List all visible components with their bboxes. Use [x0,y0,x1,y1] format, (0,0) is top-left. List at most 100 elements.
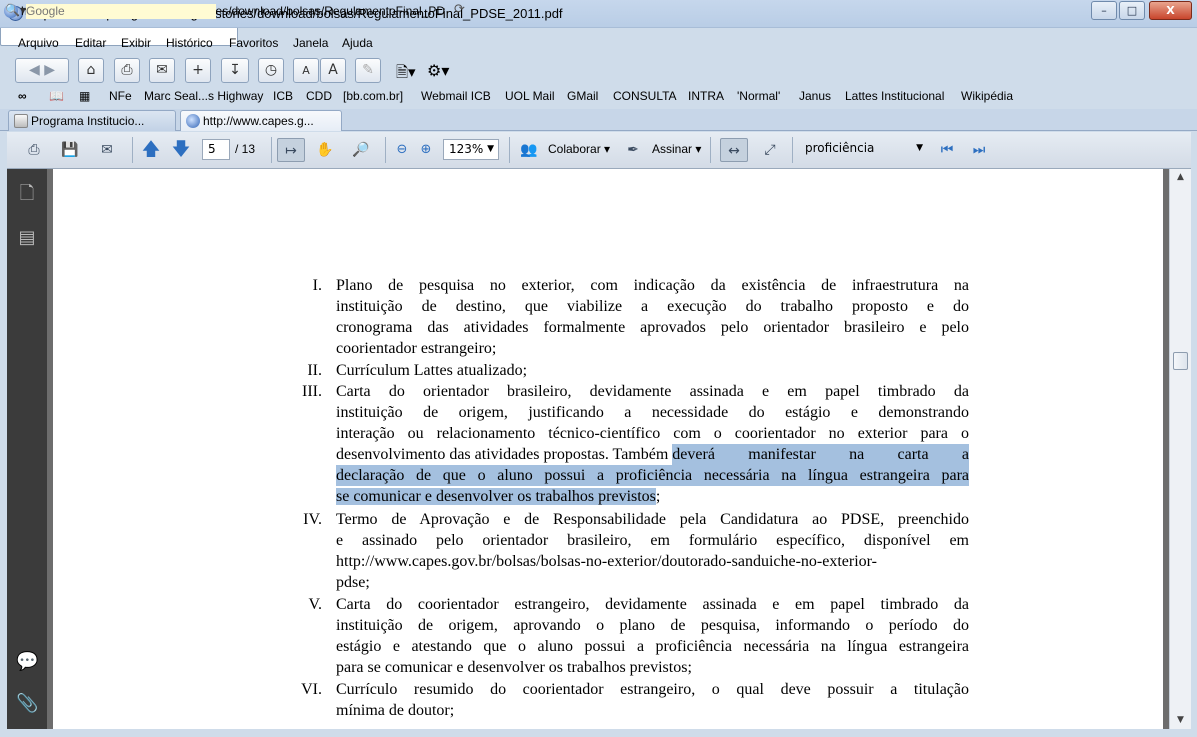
tab-programa-institucional[interactable]: Programa Institucio... [8,110,176,131]
attachments-binocular-icon[interactable]: ▤ [16,227,38,249]
item-line: Termo de Aprovação e de Responsabilidade… [336,511,969,528]
tab-label: http://www.capes.g... [203,114,314,128]
forward-arrow-icon[interactable]: ▶ [44,62,55,78]
home-icon: ⌂ [86,62,96,78]
bookmark-cdd[interactable]: CDD [306,89,332,103]
selected-text: se comunicar e desenvolver os trabalhos … [336,488,656,505]
item-number: I. [312,277,322,294]
item-line: Currículo resumido do coorientador estra… [336,681,969,698]
collaborate-button[interactable]: Colaborar ▾ [548,142,610,156]
collaborate-icon: 👥 [520,142,538,158]
bookmark-intra[interactable]: INTRA [688,89,724,103]
bookmark-icb[interactable]: ICB [273,89,293,103]
zoom-select[interactable]: 123% ▼ [443,139,499,160]
item-line: Plano de pesquisa no exterior, com indic… [336,277,969,294]
item-line: http://www.capes.gov.br/bolsas/bolsas-no… [336,553,878,570]
window-frame-bottom [0,729,1197,737]
tab-capes-pdf[interactable]: http://www.capes.g... [180,110,342,131]
sign-label: Assinar [652,142,693,156]
gear-icon[interactable]: ⚙▾ [427,61,449,80]
find-next-icon[interactable]: ⏭ [967,138,991,162]
search-input[interactable]: Google [26,4,216,19]
text-larger-button[interactable]: A [320,58,346,83]
bookmark-lattes[interactable]: Lattes Institucional [845,89,944,103]
edit-button[interactable]: ✎ [355,58,381,83]
scrollbar-thumb[interactable] [1173,352,1188,370]
previous-page-icon[interactable]: 🡅 [139,138,163,162]
add-button[interactable]: + [185,58,211,83]
comments-icon[interactable]: 💬 [16,651,38,673]
item-line: Carta do orientador brasileiro, devidame… [336,383,969,400]
fit-width-icon[interactable]: ↔ [720,138,748,162]
grid-icon[interactable]: ▦ [79,89,90,103]
minimize-button[interactable]: – [1091,1,1117,20]
maximize-button[interactable]: □ [1119,1,1145,20]
menu-ajuda[interactable]: Ajuda [342,36,373,50]
downloads-button[interactable]: ↧ [221,58,249,83]
bookmark-bb[interactable]: [bb.com.br] [343,89,403,103]
paperclip-icon[interactable]: 📎 [16,693,38,715]
vertical-scrollbar[interactable]: ▲ ▼ [1169,169,1191,729]
zoom-marquee-icon[interactable]: 🔎 [348,138,374,162]
back-forward-button[interactable]: ◀ ▶ [15,58,69,83]
find-previous-icon[interactable]: ⏮ [935,138,959,162]
clock-icon: ◷ [264,62,278,78]
pages-icon[interactable]: 🗋 [16,183,38,205]
menu-favoritos[interactable]: Favoritos [229,36,278,50]
bookmark-webmail-icb[interactable]: Webmail ICB [421,89,491,103]
bookmark-consulta[interactable]: CONSULTA [613,89,677,103]
item-line: mínima de doutor; [336,702,455,719]
scroll-up-icon[interactable]: ▲ [1170,169,1191,186]
search-icon[interactable]: 🔍▾ [5,3,26,17]
bookmark-normal[interactable]: 'Normal' [737,89,780,103]
print-button[interactable]: ⎙ [114,58,140,83]
plus-icon: + [192,62,204,78]
scroll-down-icon[interactable]: ▼ [1170,712,1191,729]
menu-historico[interactable]: Histórico [166,36,213,50]
document-viewport[interactable]: I. Plano de pesquisa no exterior, com in… [47,169,1169,729]
download-icon: ↧ [229,62,241,78]
email-button[interactable]: ✉ [149,58,175,83]
page-total-label: / 13 [235,142,256,156]
history-button[interactable]: ◷ [258,58,284,83]
sign-button[interactable]: Assinar ▾ [652,142,701,156]
next-page-icon[interactable]: 🡇 [169,138,193,162]
book-icon[interactable]: 📖 [49,89,64,103]
tab-bar: Programa Institucio... http://www.capes.… [0,109,1197,238]
email-document-icon[interactable]: ✉ [93,138,121,162]
text-segment: desenvolvimento das atividades propostas… [336,446,673,463]
menu-arquivo[interactable]: Arquivo [18,36,59,50]
zoom-out-icon[interactable]: ⊖ [393,138,411,162]
select-cursor-icon[interactable]: ↦ [277,138,305,162]
menu-exibir[interactable]: Exibir [121,36,151,50]
back-arrow-icon[interactable]: ◀ [29,62,40,78]
bookmark-wikipedia[interactable]: Wikipédia [961,89,1013,103]
save-icon[interactable]: 💾 [57,138,83,162]
text-smaller-button[interactable]: A [293,58,319,83]
chevron-down-icon: ▼ [916,143,923,153]
zoom-in-icon[interactable]: ⊕ [417,138,435,162]
home-button[interactable]: ⌂ [78,58,104,83]
hand-tool-icon[interactable]: ✋ [312,138,338,162]
find-input[interactable]: proficiência ▼ [800,139,927,160]
chevron-down-icon: ▼ [487,144,494,154]
glasses-icon[interactable]: ∞ [18,89,27,103]
reload-icon[interactable]: ⟳ [454,2,465,17]
print-icon[interactable]: ⎙ [21,138,47,162]
bookmark-janus[interactable]: Janus [799,89,831,103]
bookmark-uol-mail[interactable]: UOL Mail [505,89,555,103]
bookmark-marc-seal[interactable]: Marc Seal...s Highway [144,89,263,103]
item-line: pdse; [336,574,370,591]
close-button[interactable]: X [1149,1,1192,20]
item-line: se comunicar e desenvolver os trabalhos … [336,486,969,507]
bookmark-nfe[interactable]: NFe [109,89,132,103]
page-menu-icon[interactable]: 🗎▾ [396,62,416,87]
tab-label: Programa Institucio... [31,114,145,128]
menu-janela[interactable]: Janela [293,36,328,50]
bookmark-gmail[interactable]: GMail [567,89,598,103]
menu-editar[interactable]: Editar [75,36,106,50]
page-number-input[interactable]: 5 [202,139,230,160]
full-screen-icon[interactable]: ⤢ [757,138,783,162]
item-number: III. [302,383,322,400]
menu-bar: Arquivo Editar Exibir Histórico Favorito… [7,32,1191,54]
